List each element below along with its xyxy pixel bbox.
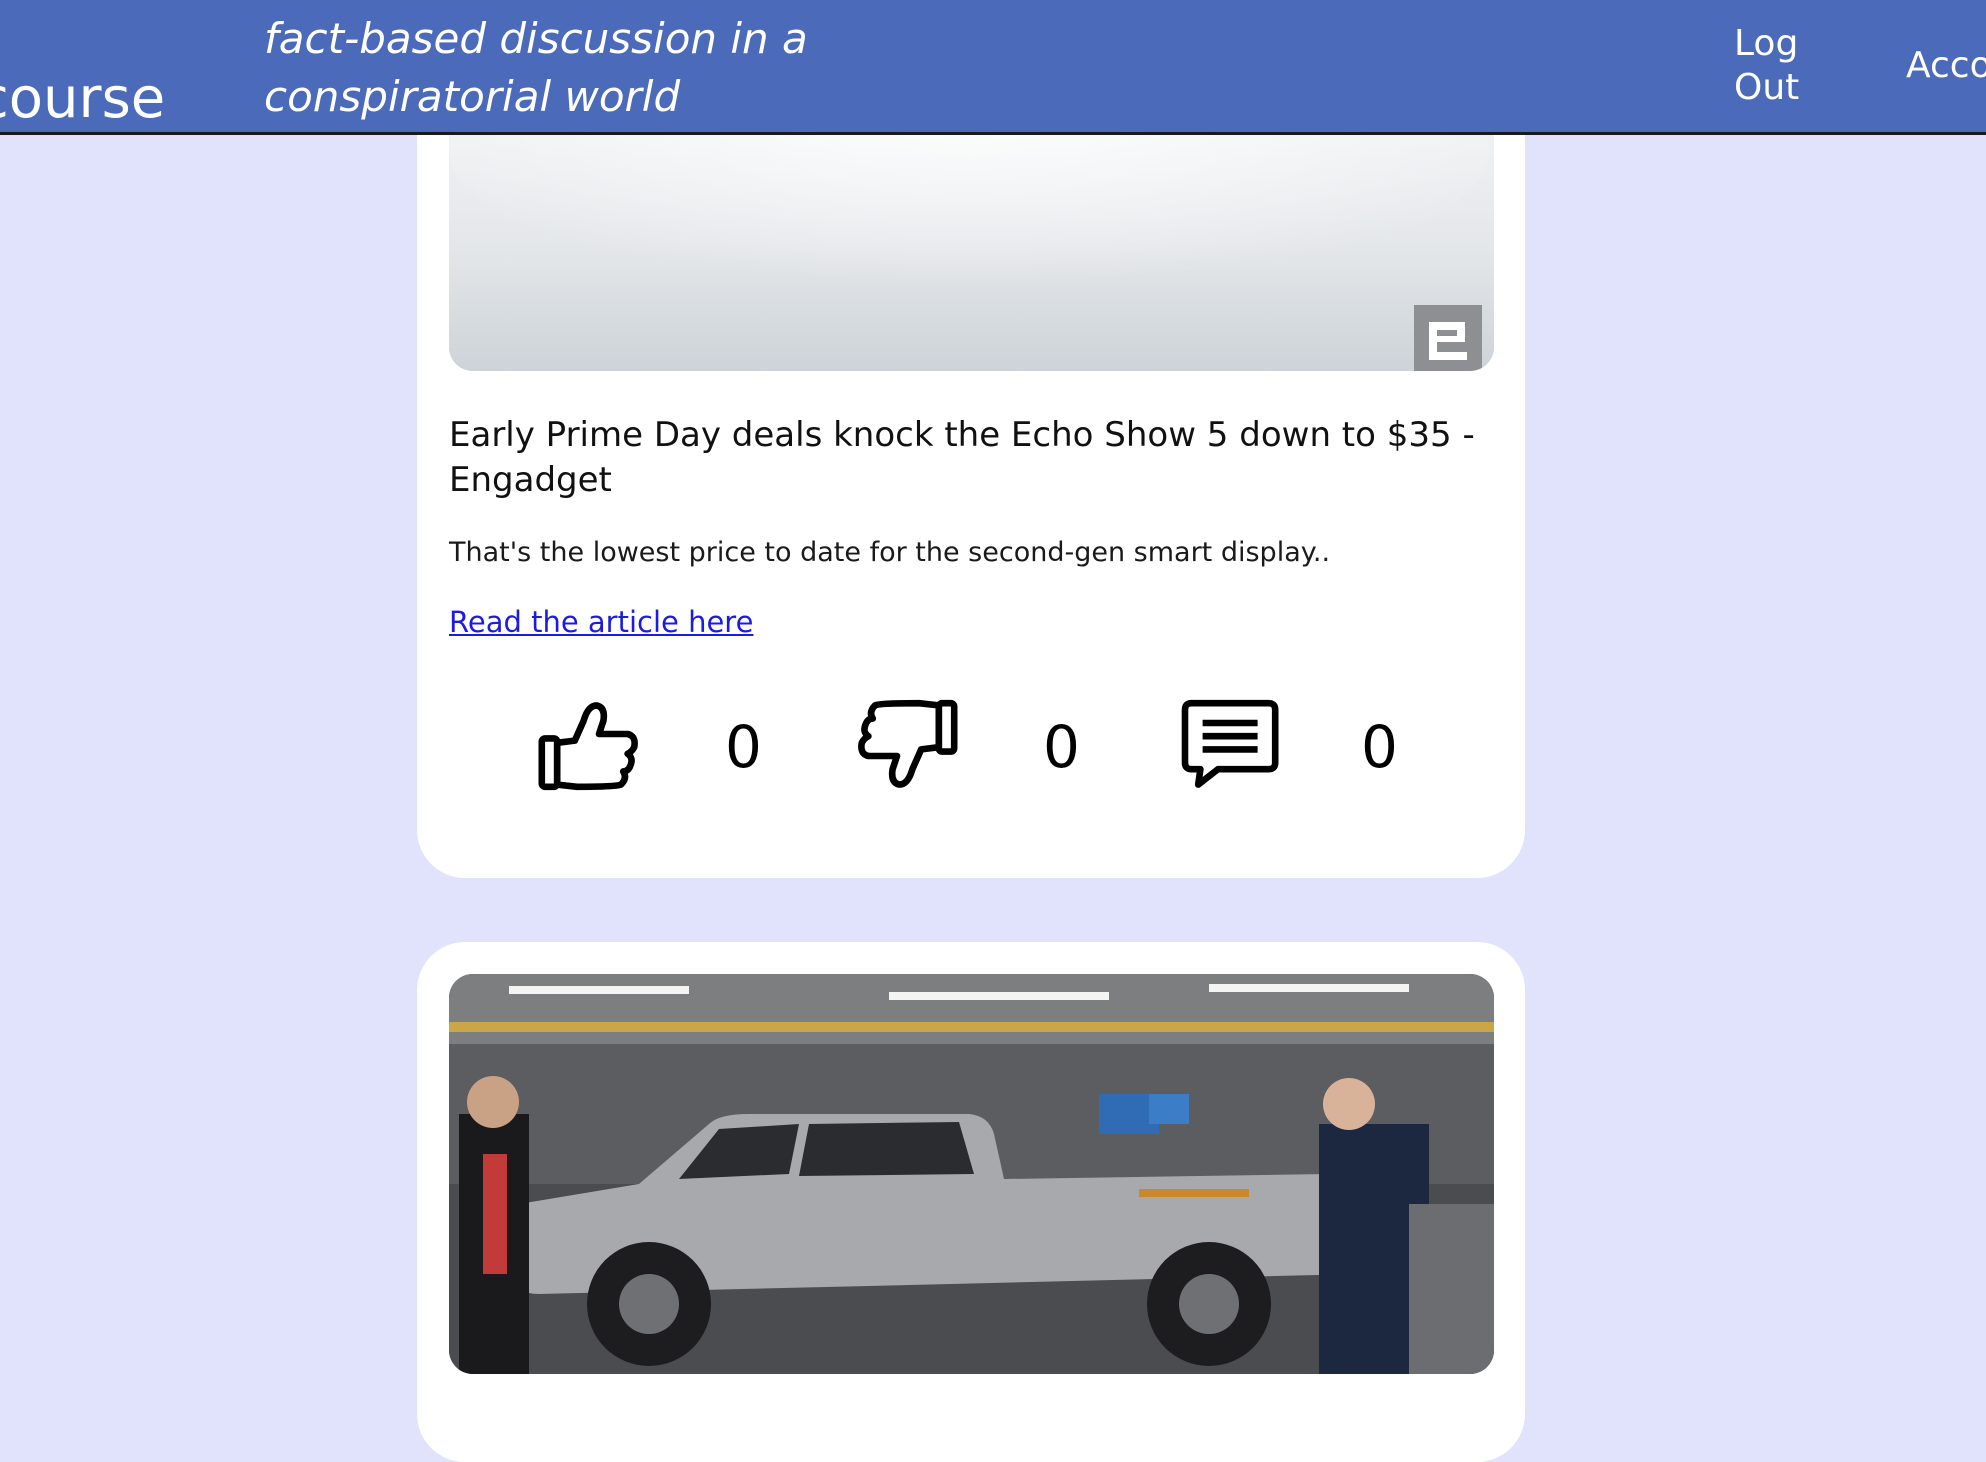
article-title: Early Prime Day deals knock the Echo Sho… <box>449 415 1475 500</box>
article-image-art <box>449 974 1494 1374</box>
site-brand[interactable]: l course <box>0 0 165 132</box>
comment-count: 0 <box>1361 713 1398 781</box>
read-article-link[interactable]: Read the article here <box>449 602 753 642</box>
comment-button[interactable] <box>1174 690 1284 800</box>
comment-icon <box>1181 699 1279 788</box>
article-card <box>417 942 1525 1462</box>
like-count: 0 <box>725 713 762 781</box>
dislike-count: 0 <box>1043 713 1080 781</box>
article-card: Early Prime Day deals knock the Echo Sho… <box>417 60 1525 878</box>
like-button[interactable] <box>533 690 643 800</box>
site-header: l course fact-based discussion in a cons… <box>0 0 1986 135</box>
thumbs-up-icon <box>538 702 638 791</box>
article-description: That's the lowest price to date for the … <box>449 537 1331 568</box>
article-image <box>449 974 1494 1374</box>
engadget-logo <box>1414 305 1482 371</box>
account-link[interactable]: Acco <box>1906 44 1986 88</box>
dislike-button[interactable] <box>853 690 963 800</box>
thumbs-down-icon <box>858 699 958 788</box>
site-tagline: fact-based discussion in a conspiratoria… <box>264 14 808 121</box>
logout-link[interactable]: Log Out <box>1734 22 1824 110</box>
